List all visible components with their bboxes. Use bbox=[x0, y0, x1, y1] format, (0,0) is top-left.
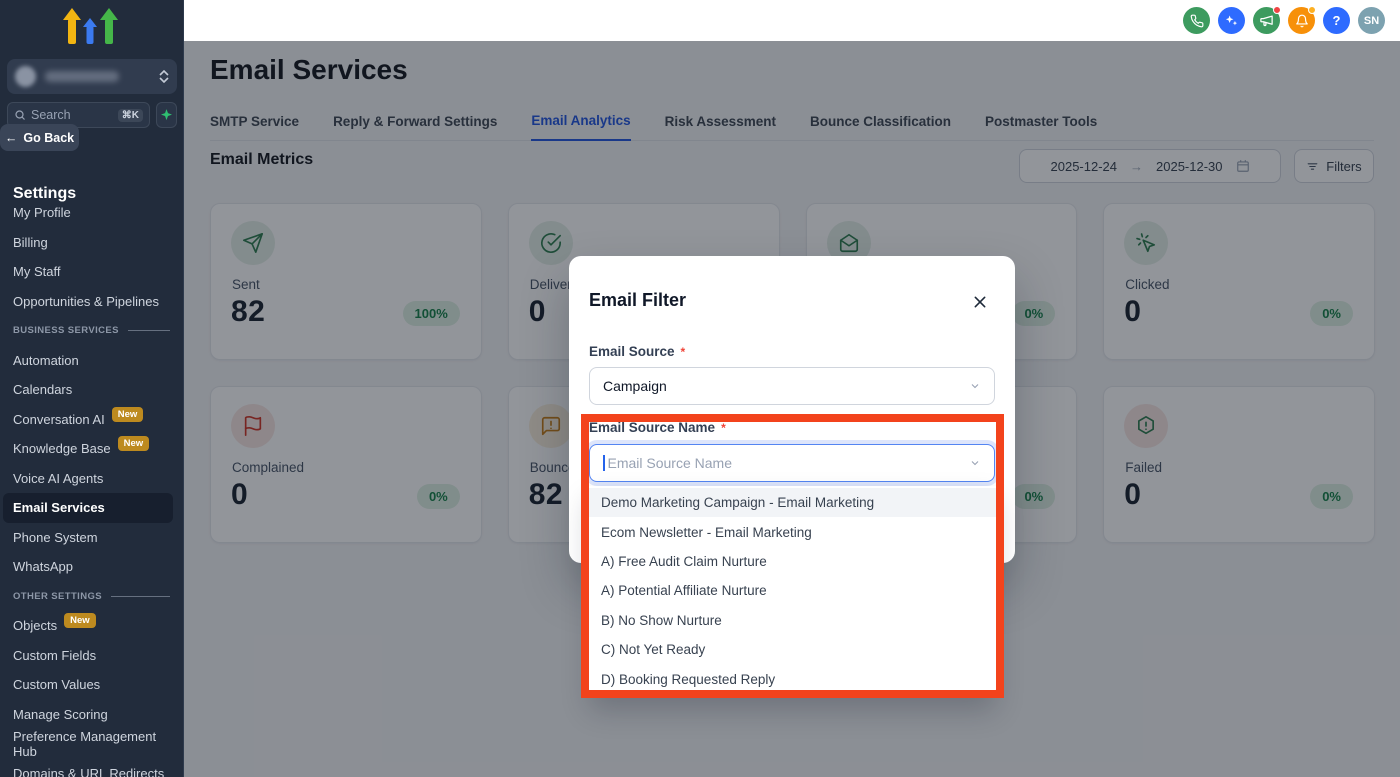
sidebar-item-phone-system[interactable]: Phone System bbox=[0, 523, 183, 553]
sidebar-item-automation[interactable]: Automation bbox=[0, 346, 183, 376]
help-icon[interactable]: ? bbox=[1323, 7, 1350, 34]
avatar[interactable]: SN bbox=[1358, 7, 1385, 34]
chevron-down-icon bbox=[969, 380, 981, 392]
topbar: ? SN bbox=[184, 0, 1400, 41]
account-name-blurred bbox=[45, 71, 119, 82]
search-icon bbox=[14, 109, 26, 121]
ai-sparkles-icon[interactable] bbox=[1218, 7, 1245, 34]
sidebar-item-my-staff[interactable]: My Staff bbox=[0, 257, 183, 287]
chevron-up-down-icon bbox=[159, 70, 169, 83]
phone-icon[interactable] bbox=[1183, 7, 1210, 34]
sidebar-item-knowledge-base[interactable]: Knowledge BaseNew bbox=[0, 434, 183, 464]
email-source-value: Campaign bbox=[603, 378, 667, 394]
bell-icon[interactable] bbox=[1288, 7, 1315, 34]
email-source-label: Email Source* bbox=[589, 344, 685, 359]
new-badge: New bbox=[64, 613, 96, 628]
sidebar-item-whatsapp[interactable]: WhatsApp bbox=[0, 552, 183, 582]
modal-title: Email Filter bbox=[589, 290, 686, 311]
sidebar-item-conversation-ai[interactable]: Conversation AINew bbox=[0, 405, 183, 435]
sidebar-item-email-services[interactable]: Email Services bbox=[3, 493, 173, 523]
search-placeholder: Search bbox=[31, 108, 71, 122]
annotation-highlight-box bbox=[581, 414, 1004, 698]
nav-section-business-services: BUSINESS SERVICES bbox=[0, 316, 183, 346]
search-shortcut-badge: ⌘K bbox=[118, 109, 143, 122]
sidebar-item-manage-scoring[interactable]: Manage Scoring bbox=[0, 700, 183, 730]
new-badge: New bbox=[112, 407, 144, 422]
email-source-select[interactable]: Campaign bbox=[589, 367, 995, 405]
sidebar-item-my-profile[interactable]: My Profile bbox=[0, 205, 183, 228]
sidebar-item-billing[interactable]: Billing bbox=[0, 228, 183, 258]
notification-dot bbox=[1308, 6, 1316, 14]
sidebar: Search ⌘K ← Go Back Settings My ProfileB… bbox=[0, 0, 184, 777]
settings-nav: My ProfileBillingMy StaffOpportunities &… bbox=[0, 205, 183, 777]
sidebar-item-opportunities-pipelines[interactable]: Opportunities & Pipelines bbox=[0, 287, 183, 317]
account-avatar bbox=[15, 66, 36, 87]
sidebar-item-calendars[interactable]: Calendars bbox=[0, 375, 183, 405]
sparkle-icon bbox=[161, 109, 172, 122]
sidebar-item-voice-ai-agents[interactable]: Voice AI Agents bbox=[0, 464, 183, 494]
close-icon[interactable] bbox=[972, 294, 990, 312]
sidebar-item-objects[interactable]: ObjectsNew bbox=[0, 611, 183, 641]
megaphone-icon[interactable] bbox=[1253, 7, 1280, 34]
sidebar-item-custom-fields[interactable]: Custom Fields bbox=[0, 641, 183, 671]
gohighlevel-logo-icon bbox=[61, 6, 123, 46]
account-switcher[interactable] bbox=[7, 59, 177, 94]
nav-section-other-settings: OTHER SETTINGS bbox=[0, 582, 183, 612]
quick-actions-button[interactable] bbox=[156, 102, 177, 128]
arrow-left-icon: ← bbox=[5, 131, 18, 145]
sidebar-item-domains-url-redirects[interactable]: Domains & URL Redirects bbox=[0, 759, 183, 777]
new-badge: New bbox=[118, 436, 150, 451]
sidebar-item-preference-management-hub[interactable]: Preference Management Hub bbox=[0, 729, 183, 759]
go-back-button[interactable]: ← Go Back bbox=[0, 124, 79, 151]
notification-dot bbox=[1273, 6, 1281, 14]
sidebar-item-custom-values[interactable]: Custom Values bbox=[0, 670, 183, 700]
settings-heading: Settings bbox=[13, 185, 76, 203]
